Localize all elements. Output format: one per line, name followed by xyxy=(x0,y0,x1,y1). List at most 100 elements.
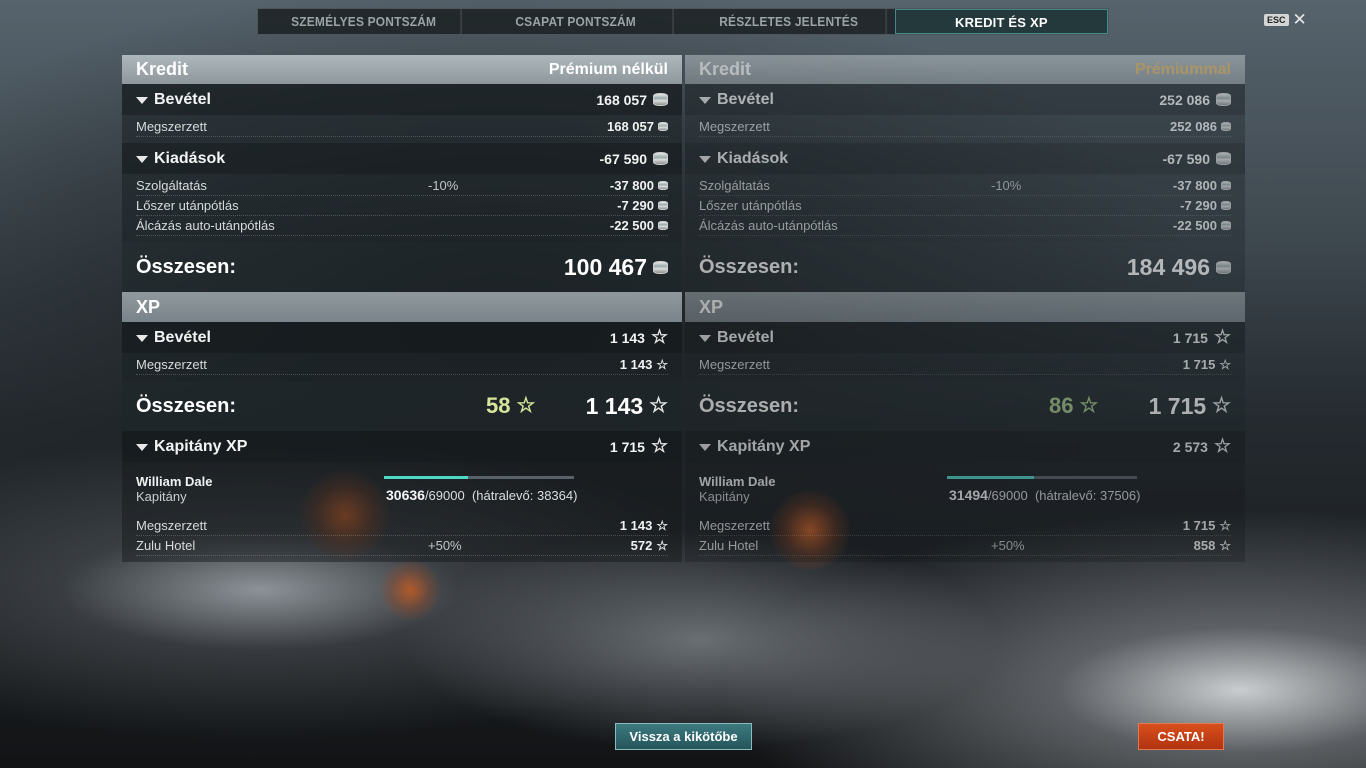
section-value: 2 573 xyxy=(1172,438,1208,455)
credit-total: Összesen: 184 496 xyxy=(685,242,1245,292)
progress-current: 30636 xyxy=(386,487,425,503)
star-icon: ☆ xyxy=(1079,394,1099,417)
total-label: Összesen: xyxy=(136,394,237,417)
credit-coin-icon xyxy=(653,152,668,165)
list-item: Lőszer utánpótlás -7 290 xyxy=(699,196,1231,216)
credit-coin-icon xyxy=(658,122,668,131)
item-value: -22 500 xyxy=(1172,218,1217,233)
xp-items: Megszerzett 1 143 ☆ xyxy=(122,353,682,381)
income-items: Megszerzett 252 086 xyxy=(685,115,1245,143)
progress-fill xyxy=(947,476,1034,479)
credit-title: Kredit xyxy=(699,59,752,79)
income-items: Megszerzett 168 057 xyxy=(122,115,682,143)
star-icon: ☆ xyxy=(650,326,668,348)
chevron-down-icon xyxy=(699,334,711,342)
free-xp-value: 58 xyxy=(486,393,511,418)
star-icon: ☆ xyxy=(650,435,668,457)
list-item: Lőszer utánpótlás -7 290 xyxy=(136,196,668,216)
tab-personal-score[interactable]: SZEMÉLYES PONTSZÁM xyxy=(266,9,462,34)
item-label: Megszerzett xyxy=(136,119,207,134)
credit-coin-icon xyxy=(1221,201,1231,210)
item-label: Zulu Hotel xyxy=(699,538,759,553)
section-value: -67 590 xyxy=(599,150,647,167)
item-label: Megszerzett xyxy=(136,357,207,372)
xp-items: Megszerzett 1 715 ☆ xyxy=(685,353,1245,381)
star-icon: ☆ xyxy=(656,517,668,533)
credit-income-section[interactable]: Bevétel 168 057 xyxy=(122,84,682,115)
xp-title: XP xyxy=(136,296,161,317)
item-value: -22 500 xyxy=(609,218,654,233)
progress-remaining: (hátralevő: 38364) xyxy=(471,488,578,503)
item-value: -37 800 xyxy=(1172,178,1217,193)
total-value: 184 496 xyxy=(1126,253,1210,280)
section-label: Kiadások xyxy=(154,149,226,167)
credit-income-section[interactable]: Bevétel 252 086 xyxy=(685,84,1245,115)
total-value: 1 143 xyxy=(585,392,644,419)
chevron-down-icon xyxy=(136,96,148,104)
tab-team-score[interactable]: CSAPAT PONTSZÁM xyxy=(479,9,675,34)
xp-total: Összesen: 86 ☆ 1 715 ☆ xyxy=(685,381,1245,431)
star-icon: ☆ xyxy=(656,537,668,553)
section-value: 1 143 xyxy=(609,329,645,346)
star-icon: ☆ xyxy=(656,356,668,372)
credit-title: Kredit xyxy=(136,59,189,79)
list-item: Megszerzett 252 086 xyxy=(699,117,1231,137)
captain-xp-section[interactable]: Kapitány XP 1 715 ☆ xyxy=(122,431,682,462)
battle-button[interactable]: CSATA! xyxy=(1138,723,1224,750)
item-modifier: +50% xyxy=(428,538,462,553)
xp-income-section[interactable]: Bevétel 1 715 ☆ xyxy=(685,322,1245,353)
section-label: Bevétel xyxy=(717,328,774,346)
chevron-down-icon xyxy=(136,155,148,163)
item-modifier: -10% xyxy=(428,178,459,193)
credit-coin-icon xyxy=(1221,181,1231,190)
star-icon: ☆ xyxy=(516,394,536,417)
expense-items: Szolgáltatás -10% -37 800 Lőszer utánpótlá… xyxy=(122,174,682,242)
total-label: Összesen: xyxy=(136,255,237,278)
list-item: Megszerzett 1 715 ☆ xyxy=(699,516,1231,536)
list-item: Megszerzett 168 057 xyxy=(136,117,668,137)
list-item: Szolgáltatás -10% -37 800 xyxy=(699,176,1231,196)
section-label: Kapitány XP xyxy=(717,437,811,455)
item-label: Zulu Hotel xyxy=(136,538,196,553)
credit-expenses-section[interactable]: Kiadások -67 590 xyxy=(685,143,1245,174)
chevron-down-icon xyxy=(699,96,711,104)
credit-expenses-section[interactable]: Kiadások -67 590 xyxy=(122,143,682,174)
total-value: 100 467 xyxy=(563,253,647,280)
esc-close-button[interactable]: ESC ✕ xyxy=(1264,11,1307,28)
section-value: 252 086 xyxy=(1159,91,1210,108)
list-item: Szolgáltatás -10% -37 800 xyxy=(136,176,668,196)
item-label: Álcázás auto-utánpótlás xyxy=(699,218,838,233)
mode-label: Prémiummal xyxy=(1134,60,1231,78)
chevron-down-icon xyxy=(136,443,148,451)
captain-progress-text: 30636/69000 (hátralevő: 38364) xyxy=(386,487,577,503)
list-item: Megszerzett 1 143 ☆ xyxy=(136,355,668,375)
credit-coin-icon xyxy=(1221,122,1231,131)
item-modifier: -10% xyxy=(991,178,1022,193)
credit-coin-icon xyxy=(1216,260,1231,274)
total-value: 1 715 xyxy=(1148,392,1207,419)
mode-label: Prémium nélkül xyxy=(548,60,668,78)
section-value: 1 715 xyxy=(609,438,645,455)
credit-coin-icon xyxy=(658,201,668,210)
credit-coin-icon xyxy=(1216,93,1231,106)
progress-remaining: (hátralevő: 37506) xyxy=(1034,488,1141,503)
close-icon[interactable]: ✕ xyxy=(1293,11,1307,28)
back-to-port-button[interactable]: Vissza a kikötőbe xyxy=(615,723,752,750)
section-label: Bevétel xyxy=(717,90,774,108)
xp-income-section[interactable]: Bevétel 1 143 ☆ xyxy=(122,322,682,353)
list-item: Álcázás auto-utánpótlás -22 500 xyxy=(699,216,1231,236)
list-item: Zulu Hotel +50% 858 ☆ xyxy=(699,536,1231,556)
item-value: -7 290 xyxy=(1180,198,1217,213)
tab-credit-xp[interactable]: KREDIT ÉS XP xyxy=(894,9,1108,34)
item-value: 1 715 xyxy=(1182,357,1216,372)
item-value: -37 800 xyxy=(609,178,654,193)
credit-coin-icon xyxy=(653,260,668,274)
star-icon: ☆ xyxy=(1219,356,1231,372)
star-icon: ☆ xyxy=(649,394,668,417)
captain-progress-text: 31494/69000 (hátralevő: 37506) xyxy=(949,487,1140,503)
tab-bar: SZEMÉLYES PONTSZÁM CSAPAT PONTSZÁM RÉSZL… xyxy=(257,8,1109,35)
captain-xp-section[interactable]: Kapitány XP 2 573 ☆ xyxy=(685,431,1245,462)
star-icon: ☆ xyxy=(1212,394,1231,417)
tab-detailed-report[interactable]: RÉSZLETES JELENTÉS xyxy=(691,9,887,34)
item-label: Szolgáltatás xyxy=(136,178,207,193)
